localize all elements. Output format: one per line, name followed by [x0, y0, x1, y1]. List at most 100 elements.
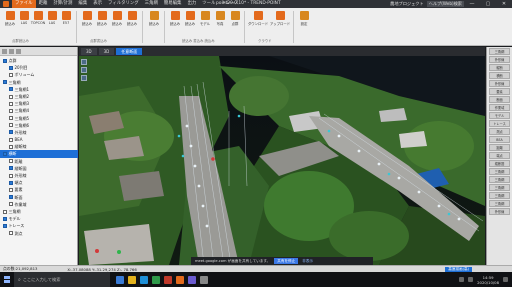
layer-tree-item[interactable]: 測点: [0, 230, 78, 237]
menu-filter[interactable]: フィルタリング: [105, 0, 142, 8]
menu-distance[interactable]: 距離: [36, 0, 51, 8]
clock[interactable]: 14:59 2020/10/08: [477, 275, 499, 285]
ribbon-button[interactable]: 読込み: [109, 11, 125, 26]
start-button[interactable]: [0, 272, 14, 287]
pan-icon[interactable]: [81, 67, 87, 73]
ribbon-button[interactable]: E57: [58, 11, 74, 25]
layer-visibility-checkbox[interactable]: [9, 101, 13, 106]
trend-point-icon[interactable]: [176, 275, 184, 284]
layer-visibility-checkbox[interactable]: [9, 144, 13, 149]
menu-simple-edit[interactable]: 簡易編集: [161, 0, 185, 8]
layer-visibility-checkbox[interactable]: [9, 159, 13, 164]
tab-3d[interactable]: 3D: [81, 48, 97, 55]
right-panel-tool[interactable]: 外形線: [489, 208, 510, 215]
right-panel-tool[interactable]: 三角網: [489, 200, 510, 207]
project-label[interactable]: 農地プロジェクト: [390, 1, 424, 7]
layer-visibility-checkbox[interactable]: [9, 166, 13, 171]
layer-tree-item[interactable]: 断面: [0, 194, 78, 201]
layer-tree-item[interactable]: 縦断線: [0, 143, 78, 150]
menu-edit[interactable]: 編集: [75, 0, 90, 8]
layer-visibility-checkbox[interactable]: [9, 130, 13, 135]
minimize-icon[interactable]: —: [464, 0, 480, 8]
layer-tree-item[interactable]: 横断: [0, 150, 78, 158]
menu-file[interactable]: ファイル: [12, 0, 36, 8]
layer-tree-item[interactable]: 外形線: [0, 172, 78, 179]
ribbon-button[interactable]: 点群: [227, 11, 243, 26]
layer-visibility-checkbox[interactable]: [3, 216, 7, 221]
layer-tree-item[interactable]: 三角網3: [0, 100, 78, 107]
help-search-button[interactable]: ヘルプ(Web)検索: [426, 1, 464, 7]
menu-output[interactable]: 出力: [184, 0, 199, 8]
ribbon-button[interactable]: アップロード: [269, 11, 291, 26]
layer-tree-item[interactable]: ボリューム: [0, 71, 78, 78]
zoom-icon[interactable]: [81, 75, 87, 81]
collapse-icon[interactable]: [9, 48, 14, 54]
layer-visibility-checkbox[interactable]: [9, 94, 13, 99]
layer-visibility-checkbox[interactable]: [9, 180, 13, 185]
layer-tree-item[interactable]: 三角網: [0, 79, 78, 86]
ribbon-button[interactable]: 読込み: [167, 11, 183, 26]
ribbon-button[interactable]: 読込み: [94, 11, 110, 26]
right-panel-tool[interactable]: 断面: [489, 96, 510, 103]
layer-tree-item[interactable]: 三角網1: [0, 86, 78, 93]
layer-tree-item[interactable]: 三角網4: [0, 107, 78, 114]
right-panel-tool[interactable]: 測点: [489, 128, 510, 135]
layer-tree-item[interactable]: 三角網6: [0, 122, 78, 129]
right-panel-tool[interactable]: 端点: [489, 152, 510, 159]
3d-viewport[interactable]: 3D 3D 任意断面 meet.google.com が画面を共有しています。 …: [79, 47, 485, 265]
layer-tree-item[interactable]: モデル: [0, 215, 78, 222]
ribbon-button[interactable]: 写真: [212, 11, 228, 26]
ribbon-button[interactable]: 設定: [296, 11, 312, 26]
ribbon-button[interactable]: モデル: [197, 11, 213, 26]
layer-tree-item[interactable]: 三角網5: [0, 115, 78, 122]
menu-tin[interactable]: 三角網: [142, 0, 161, 8]
menu-view[interactable]: 表示: [90, 0, 105, 8]
layer-visibility-checkbox[interactable]: [9, 202, 13, 207]
ribbon-button[interactable]: 読込み: [79, 11, 95, 26]
right-panel-tool[interactable]: 三角網: [489, 48, 510, 55]
teams-icon[interactable]: [188, 275, 196, 284]
ribbon-button[interactable]: ダウンロード: [247, 11, 269, 26]
hide-share-bar-link[interactable]: 非表示: [302, 259, 313, 264]
layer-visibility-checkbox[interactable]: [3, 223, 7, 228]
volume-icon[interactable]: [468, 277, 474, 282]
maximize-icon[interactable]: ▢: [480, 0, 496, 8]
filter-icon[interactable]: [16, 48, 21, 54]
layer-visibility-checkbox[interactable]: [9, 137, 13, 142]
right-panel-tool[interactable]: モデル: [489, 112, 510, 119]
layer-visibility-checkbox[interactable]: [3, 58, 7, 63]
expand-icon[interactable]: [2, 48, 7, 54]
layer-visibility-checkbox[interactable]: [9, 87, 13, 92]
right-panel-tool[interactable]: 三角網: [489, 176, 510, 183]
chrome-icon[interactable]: [152, 275, 160, 284]
right-panel-tool[interactable]: 三角網: [489, 192, 510, 199]
app-icon[interactable]: [164, 275, 172, 284]
right-panel-tool[interactable]: 三角網: [489, 168, 510, 175]
right-panel-tool[interactable]: 作業域: [489, 104, 510, 111]
right-panel-tool[interactable]: トレース: [489, 120, 510, 127]
notifications-icon[interactable]: [503, 277, 508, 282]
layer-visibility-checkbox[interactable]: [3, 152, 7, 157]
layer-tree-item[interactable]: 距離: [0, 158, 78, 165]
layer-visibility-checkbox[interactable]: [9, 108, 13, 113]
right-panel-tool[interactable]: 要素: [489, 88, 510, 95]
ribbon-button[interactable]: 読込み: [182, 11, 198, 26]
network-icon[interactable]: [459, 277, 465, 282]
layer-tree-item[interactable]: 外形線: [0, 129, 78, 136]
tab-3d-2[interactable]: 3D: [98, 48, 115, 55]
right-panel-tool[interactable]: 距離: [489, 144, 510, 151]
layer-tree-item[interactable]: BEA: [0, 136, 78, 143]
close-icon[interactable]: ✕: [496, 0, 512, 8]
layer-tree-item[interactable]: 20列目: [0, 64, 78, 71]
explorer-icon[interactable]: [128, 275, 136, 284]
layer-visibility-checkbox[interactable]: [9, 173, 13, 178]
edge-icon[interactable]: [140, 275, 148, 284]
tab-cross-section[interactable]: 任意断面: [116, 48, 143, 55]
right-panel-tool[interactable]: BEA: [489, 136, 510, 143]
layer-visibility-checkbox[interactable]: [3, 80, 7, 85]
layer-tree-item[interactable]: 縦断図: [0, 165, 78, 172]
layer-tree-item[interactable]: 三角網2: [0, 93, 78, 100]
right-panel-tool[interactable]: 縦断図: [489, 160, 510, 167]
layer-visibility-checkbox[interactable]: [9, 116, 13, 121]
task-view-icon[interactable]: [116, 275, 124, 284]
